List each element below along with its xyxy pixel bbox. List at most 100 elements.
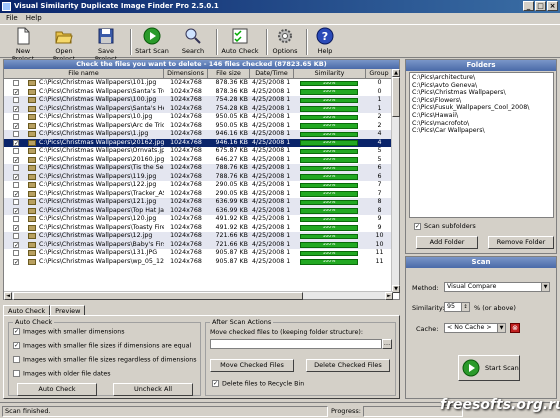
row-checkbox[interactable]: ✓ [13, 173, 19, 180]
option-checkbox[interactable]: ✓ [13, 328, 20, 335]
column-dimensions[interactable]: Dimensions [164, 69, 208, 79]
row-checkbox[interactable] [13, 131, 19, 137]
close-button[interactable]: × [547, 1, 558, 11]
table-row[interactable]: C:\Pics\Christmas Wallpapers\1.jpg 1024x7… [4, 130, 393, 139]
row-checkbox[interactable] [13, 216, 19, 222]
row-checkbox[interactable]: ✓ [13, 207, 19, 214]
folder-item[interactable]: C:\Pics\Flowers\ [412, 97, 551, 105]
folder-item[interactable]: C:\Pics\avto Geneva\ [412, 82, 551, 90]
table-row[interactable]: C:\Pics\Christmas Wallpapers\12.jpg 1024x… [4, 232, 393, 241]
option-checkbox[interactable] [13, 356, 20, 363]
menu-help[interactable]: Help [26, 13, 42, 24]
row-checkbox[interactable]: ✓ [13, 88, 19, 95]
row-checkbox[interactable]: ✓ [13, 139, 19, 146]
row-checkbox[interactable] [13, 97, 19, 103]
scan-subfolders-checkbox[interactable]: ✓ [414, 222, 421, 230]
table-row[interactable]: C:\Pics\Christmas Wallpapers\122.jpg 1024… [4, 181, 393, 190]
table-row[interactable]: ✓ C:\Pics\Christmas Wallpapers\Top Hat Ja… [4, 206, 393, 215]
chevron-down-icon[interactable]: ▼ [541, 283, 549, 291]
recycle-bin-checkbox[interactable]: ✓ [212, 380, 219, 387]
column-file-name[interactable]: File name [4, 69, 164, 79]
scroll-up-icon[interactable]: ▲ [392, 69, 400, 77]
folder-list[interactable]: C:\Pics\architecture\ C:\Pics\avto Geneva… [409, 72, 554, 218]
option-older-dates[interactable]: Images with older file dates [13, 370, 111, 378]
save-project-button[interactable]: Save Project [86, 26, 126, 63]
scroll-thumb[interactable] [392, 77, 400, 117]
column-group[interactable]: Group [366, 69, 393, 79]
option-smaller-dimensions[interactable]: ✓ Images with smaller dimensions [13, 328, 125, 336]
chevron-down-icon[interactable]: ▼ [497, 324, 505, 332]
table-row[interactable]: C:\Pics\Christmas Wallpapers\10.jpg 1024x… [4, 113, 393, 122]
maximize-button[interactable]: □ [535, 1, 546, 11]
row-checkbox[interactable]: ✓ [13, 190, 19, 197]
scan-subfolders-option[interactable]: ✓ Scan subfolders [414, 222, 476, 230]
table-row[interactable]: ✓ C:\Pics\Christmas Wallpapers\20162.jpg 1… [4, 138, 393, 147]
spinner-arrows-icon[interactable]: ↕ [461, 303, 469, 311]
table-row[interactable]: C:\Pics\Christmas Wallpapers\120.jpg 1024… [4, 215, 393, 224]
folder-item[interactable]: C:\Pics\architecture\ [412, 74, 551, 82]
move-checked-files-button[interactable]: Move Checked Files [210, 359, 294, 372]
scroll-down-icon[interactable]: ▼ [392, 285, 400, 293]
row-checkbox[interactable] [13, 165, 19, 171]
column-similarity[interactable]: Similarity [294, 69, 366, 79]
row-checkbox[interactable]: ✓ [13, 241, 19, 248]
row-checkbox[interactable] [13, 114, 19, 120]
row-checkbox[interactable]: ✓ [13, 122, 19, 129]
row-checkbox[interactable] [13, 148, 19, 154]
search-button[interactable]: Search [176, 26, 210, 58]
options-button[interactable]: Options [270, 26, 300, 58]
row-checkbox[interactable]: ✓ [13, 156, 19, 163]
method-select[interactable]: Visual Compare ▼ [444, 282, 550, 292]
remove-folder-button[interactable]: Remove Folder [488, 236, 554, 249]
row-checkbox[interactable] [13, 250, 19, 256]
folder-item[interactable]: C:\Pics\macrofoto\ [412, 120, 551, 128]
table-row[interactable]: ✓ C:\Pics\Christmas Wallpapers\Tracker_AS… [4, 189, 393, 198]
horizontal-scrollbar[interactable]: ◄ ► [4, 291, 393, 300]
table-row[interactable]: ✓ C:\Pics\Christmas Wallpapers\Baby's Fir… [4, 240, 393, 249]
delete-checked-files-button[interactable]: Delete Checked Files [306, 359, 390, 372]
option-checkbox[interactable] [13, 370, 20, 377]
uncheck-all-button[interactable]: Uncheck All [113, 383, 193, 396]
row-checkbox[interactable] [13, 233, 19, 239]
row-checkbox[interactable]: ✓ [13, 224, 19, 231]
table-row[interactable]: ✓ C:\Pics\Christmas Wallpapers\wp_05_1207… [4, 257, 393, 266]
similarity-spinner[interactable]: 95 ↕ [444, 302, 470, 312]
table-row[interactable]: ✓ C:\Pics\Christmas Wallpapers\20160.jpg 1… [4, 155, 393, 164]
row-checkbox[interactable]: ✓ [13, 258, 19, 265]
folder-item[interactable]: C:\Pics\Hawaii\ [412, 112, 551, 120]
table-row[interactable]: ✓ C:\Pics\Christmas Wallpapers\Santa's He… [4, 104, 393, 113]
scroll-left-icon[interactable]: ◄ [4, 292, 12, 300]
start-scan-toolbar-button[interactable]: Start Scan [134, 26, 170, 58]
option-smaller-size-equal-dims[interactable]: ✓ Images with smaller file sizes if dimen… [13, 342, 191, 350]
table-row[interactable]: C:\Pics\Christmas Wallpapers\101.jpg 1024… [4, 79, 393, 88]
table-row[interactable]: C:\Pics\Christmas Wallpapers\100.jpg 1024… [4, 96, 393, 105]
auto-check-toolbar-button[interactable]: Auto Check [220, 26, 260, 58]
row-checkbox[interactable]: ✓ [13, 105, 19, 112]
new-project-button[interactable]: New Project [4, 26, 42, 63]
row-checkbox[interactable] [13, 182, 19, 188]
folder-item[interactable]: C:\Pics\Car Wallpapers\ [412, 127, 551, 135]
table-row[interactable]: C:\Pics\Christmas Wallpapers\121.jpg 1024… [4, 198, 393, 207]
hscroll-thumb[interactable] [13, 292, 303, 300]
open-project-button[interactable]: Open Project [44, 26, 84, 63]
help-button[interactable]: ? Help [312, 26, 338, 58]
table-row[interactable]: ✓ C:\Pics\Christmas Wallpapers\Santa's Tr… [4, 87, 393, 96]
start-scan-button[interactable]: Start Scan [458, 355, 520, 381]
table-row[interactable]: C:\Pics\Christmas Wallpapers\Tis the Sea… [4, 164, 393, 173]
auto-check-button[interactable]: Auto Check [17, 383, 97, 396]
table-row[interactable]: ✓ C:\Pics\Christmas Wallpapers\Arc de Tri… [4, 121, 393, 130]
row-checkbox[interactable] [13, 199, 19, 205]
folder-item[interactable]: C:\Pics\Christmas Wallpapers\ [412, 89, 551, 97]
row-checkbox[interactable] [13, 80, 19, 86]
option-smaller-size-any-dims[interactable]: Images with smaller file sizes regardles… [13, 356, 197, 364]
move-destination-input[interactable] [210, 339, 382, 349]
table-row[interactable]: C:\Pics\Christmas Wallpapers\Ornvats.jpg… [4, 147, 393, 156]
column-date-time[interactable]: Date/Time [250, 69, 294, 79]
table-row[interactable]: ✓ C:\Pics\Christmas Wallpapers\Toasty Fir… [4, 223, 393, 232]
cache-select[interactable]: < No Cache > ▼ [444, 323, 506, 333]
cache-clear-icon[interactable]: ⊗ [510, 323, 520, 333]
folder-item[interactable]: C:\Pics\Fusuk_Wallpapers_Cool_2008\ [412, 104, 551, 112]
table-row[interactable]: ✓ C:\Pics\Christmas Wallpapers\119.jpg 102… [4, 172, 393, 181]
scroll-right-icon[interactable]: ► [385, 292, 393, 300]
browse-button[interactable]: … [382, 339, 392, 349]
